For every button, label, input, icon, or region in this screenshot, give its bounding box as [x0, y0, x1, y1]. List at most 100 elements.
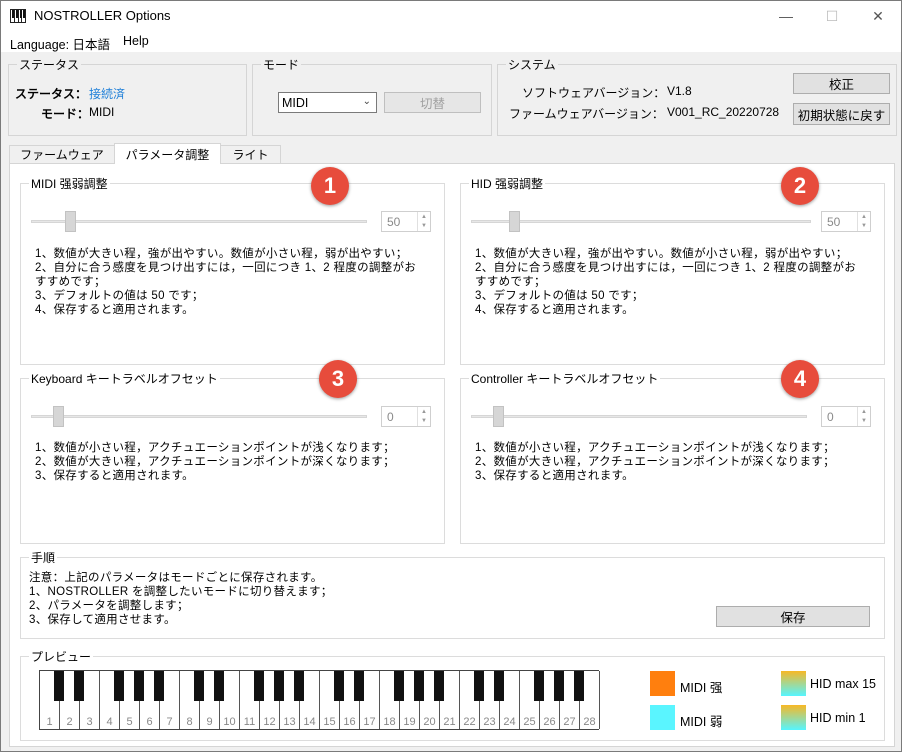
desc-line: 1、数値が小さい程，アクチュエーションポイントが浅くなります；: [475, 442, 835, 454]
panel-description: 1、数値が小さい程，アクチュエーションポイントが浅くなります； 2、数値が大きい…: [35, 441, 395, 483]
panel-description: 1、数値が大きい程，強が出やすい。数値が小さい程，弱が出やすい； 2、自分に合う…: [35, 247, 416, 317]
controller-offset-spinbox[interactable]: 0 ▲ ▼: [821, 406, 871, 427]
black-key: [494, 671, 504, 701]
key-number: 16: [343, 716, 356, 728]
procedure-line: 2、パラメータを調整します；: [29, 600, 189, 612]
panel-title: Controller キートラベルオフセット: [469, 370, 661, 387]
keyboard-offset-spinbox[interactable]: 0 ▲ ▼: [381, 406, 431, 427]
mode-label: モード：: [41, 107, 90, 121]
desc-line: 1、数値が大きい程，強が出やすい。数値が小さい程，弱が出やすい；: [35, 248, 408, 260]
minimize-button[interactable]: —: [763, 1, 809, 31]
key-number: 25: [523, 716, 536, 728]
slider-track: [471, 220, 811, 223]
mode-select[interactable]: MIDI ⌄: [278, 92, 377, 113]
procedure-line: 3、保存して適用させます。: [29, 614, 176, 626]
hid-velocity-spinbox[interactable]: 50 ▲ ▼: [821, 211, 871, 232]
spinbox-value: 50: [827, 214, 841, 229]
system-group-title: システム: [506, 56, 558, 73]
spin-arrows-icon[interactable]: ▲ ▼: [857, 212, 870, 231]
keyboard-preview: 1 2 3 4 5 6 7 8 9 10 11 12 13 14 15 16 17 18 19 20 21 22 23 24 2…: [39, 670, 600, 730]
key-number: 17: [363, 716, 376, 728]
black-key: [74, 671, 84, 701]
desc-line: 2、数値が大きい程，アクチュエーションポイントが深くなります；: [35, 456, 395, 468]
close-button[interactable]: ✕: [855, 1, 901, 31]
tab-parameters[interactable]: パラメータ調整: [114, 143, 221, 164]
software-version-label: ソフトウェアバージョン：: [522, 86, 666, 100]
key-number: 19: [403, 716, 416, 728]
spinbox-value: 50: [387, 214, 401, 229]
key-number: 12: [263, 716, 276, 728]
desc-line: 3、デフォルトの値は 50 です；: [475, 290, 644, 302]
status-value: 接続済: [89, 87, 126, 101]
key-number: 13: [283, 716, 296, 728]
calibrate-button[interactable]: 校正: [793, 73, 890, 94]
tab-light[interactable]: ライト: [220, 145, 281, 163]
black-key: [134, 671, 144, 701]
key-number: 3: [86, 716, 93, 728]
spinbox-value: 0: [387, 409, 394, 424]
midi-velocity-panel: MIDI 强弱調整 50 ▲ ▼ 1、数値が大きい程，強が出やすい。数値が小さい程…: [20, 175, 445, 365]
key-number: 9: [206, 716, 213, 728]
procedure-text: 注意：上記のパラメータはモードごとに保存されます。 1、NOSTROLLER を…: [29, 571, 333, 627]
midi-velocity-spinbox[interactable]: 50 ▲ ▼: [381, 211, 431, 232]
desc-line: 3、デフォルトの値は 50 です；: [35, 290, 204, 302]
keyboard-offset-slider[interactable]: [53, 406, 64, 427]
controller-offset-slider[interactable]: [493, 406, 504, 427]
panel-title: HID 强弱調整: [469, 175, 546, 192]
key-number: 21: [443, 716, 456, 728]
hid-max-swatch: [781, 671, 806, 696]
key-number: 6: [146, 716, 153, 728]
slider-track: [31, 220, 367, 223]
firmware-version-value: V001_RC_20220728: [667, 105, 780, 119]
midi-strong-label: MIDI 强: [680, 681, 723, 695]
menu-language[interactable]: Language: 日本語: [10, 34, 110, 53]
key-number: 23: [483, 716, 496, 728]
key-number: 10: [223, 716, 236, 728]
keyboard-travel-offset-panel: Keyboard キートラベルオフセット 0 ▲ ▼ 1、数値が小さい程，アクチュ…: [20, 370, 445, 544]
key-number: 18: [383, 716, 396, 728]
black-key: [414, 671, 424, 701]
mode-group: モード MIDI ⌄ 切替: [252, 56, 492, 136]
black-key: [54, 671, 64, 701]
key-number: 4: [106, 716, 113, 728]
black-key: [334, 671, 344, 701]
spin-arrows-icon[interactable]: ▲ ▼: [417, 407, 430, 426]
key-number: 11: [243, 716, 256, 728]
hid-min-label: HID min 1: [810, 711, 866, 725]
desc-line: 1、数値が小さい程，アクチュエーションポイントが浅くなります；: [35, 442, 395, 454]
black-key: [474, 671, 484, 701]
desc-line: すすめです；: [35, 276, 106, 288]
midi-velocity-slider[interactable]: [65, 211, 76, 232]
black-key: [554, 671, 564, 701]
reset-defaults-button[interactable]: 初期状態に戻す: [793, 103, 890, 125]
black-key: [394, 671, 404, 701]
title-bar: NOSTROLLER Options — ☐ ✕: [1, 1, 901, 31]
desc-line: 3、保存すると適用されます。: [35, 470, 194, 482]
desc-line: 4、保存すると適用されます。: [35, 304, 194, 316]
switch-mode-button[interactable]: 切替: [384, 92, 481, 113]
parameters-tab-panel: MIDI 强弱調整 50 ▲ ▼ 1、数値が大きい程，強が出やすい。数値が小さい程…: [9, 163, 895, 747]
desc-line: 1、数値が大きい程，強が出やすい。数値が小さい程，弱が出やすい；: [475, 248, 848, 260]
callout-badge-4: 4: [781, 360, 819, 398]
system-group: システム ソフトウェアバージョン： V1.8 ファームウェアバージョン： V00…: [497, 56, 897, 136]
maximize-button[interactable]: ☐: [809, 1, 855, 31]
firmware-version-label: ファームウェアバージョン：: [509, 107, 664, 121]
key-number: 5: [126, 716, 133, 728]
hid-min-swatch: [781, 705, 806, 730]
black-key: [214, 671, 224, 701]
save-button[interactable]: 保存: [716, 606, 870, 627]
software-version-value: V1.8: [667, 84, 692, 98]
status-label: ステータス：: [15, 87, 88, 101]
hid-velocity-slider[interactable]: [509, 211, 520, 232]
controller-travel-offset-panel: Controller キートラベルオフセット 0 ▲ ▼ 1、数値が小さい程，アク…: [460, 370, 885, 544]
procedure-line: 1、NOSTROLLER を調整したいモードに切り替えます；: [29, 586, 333, 598]
spin-arrows-icon[interactable]: ▲ ▼: [417, 212, 430, 231]
tab-firmware[interactable]: ファームウェア: [9, 145, 115, 163]
key-number: 24: [503, 716, 516, 728]
slider-track: [31, 415, 367, 418]
spin-arrows-icon[interactable]: ▲ ▼: [857, 407, 870, 426]
menu-help[interactable]: Help: [123, 34, 149, 48]
key-number: 14: [303, 716, 316, 728]
midi-strong-swatch: [650, 671, 675, 696]
callout-badge-3: 3: [319, 360, 357, 398]
